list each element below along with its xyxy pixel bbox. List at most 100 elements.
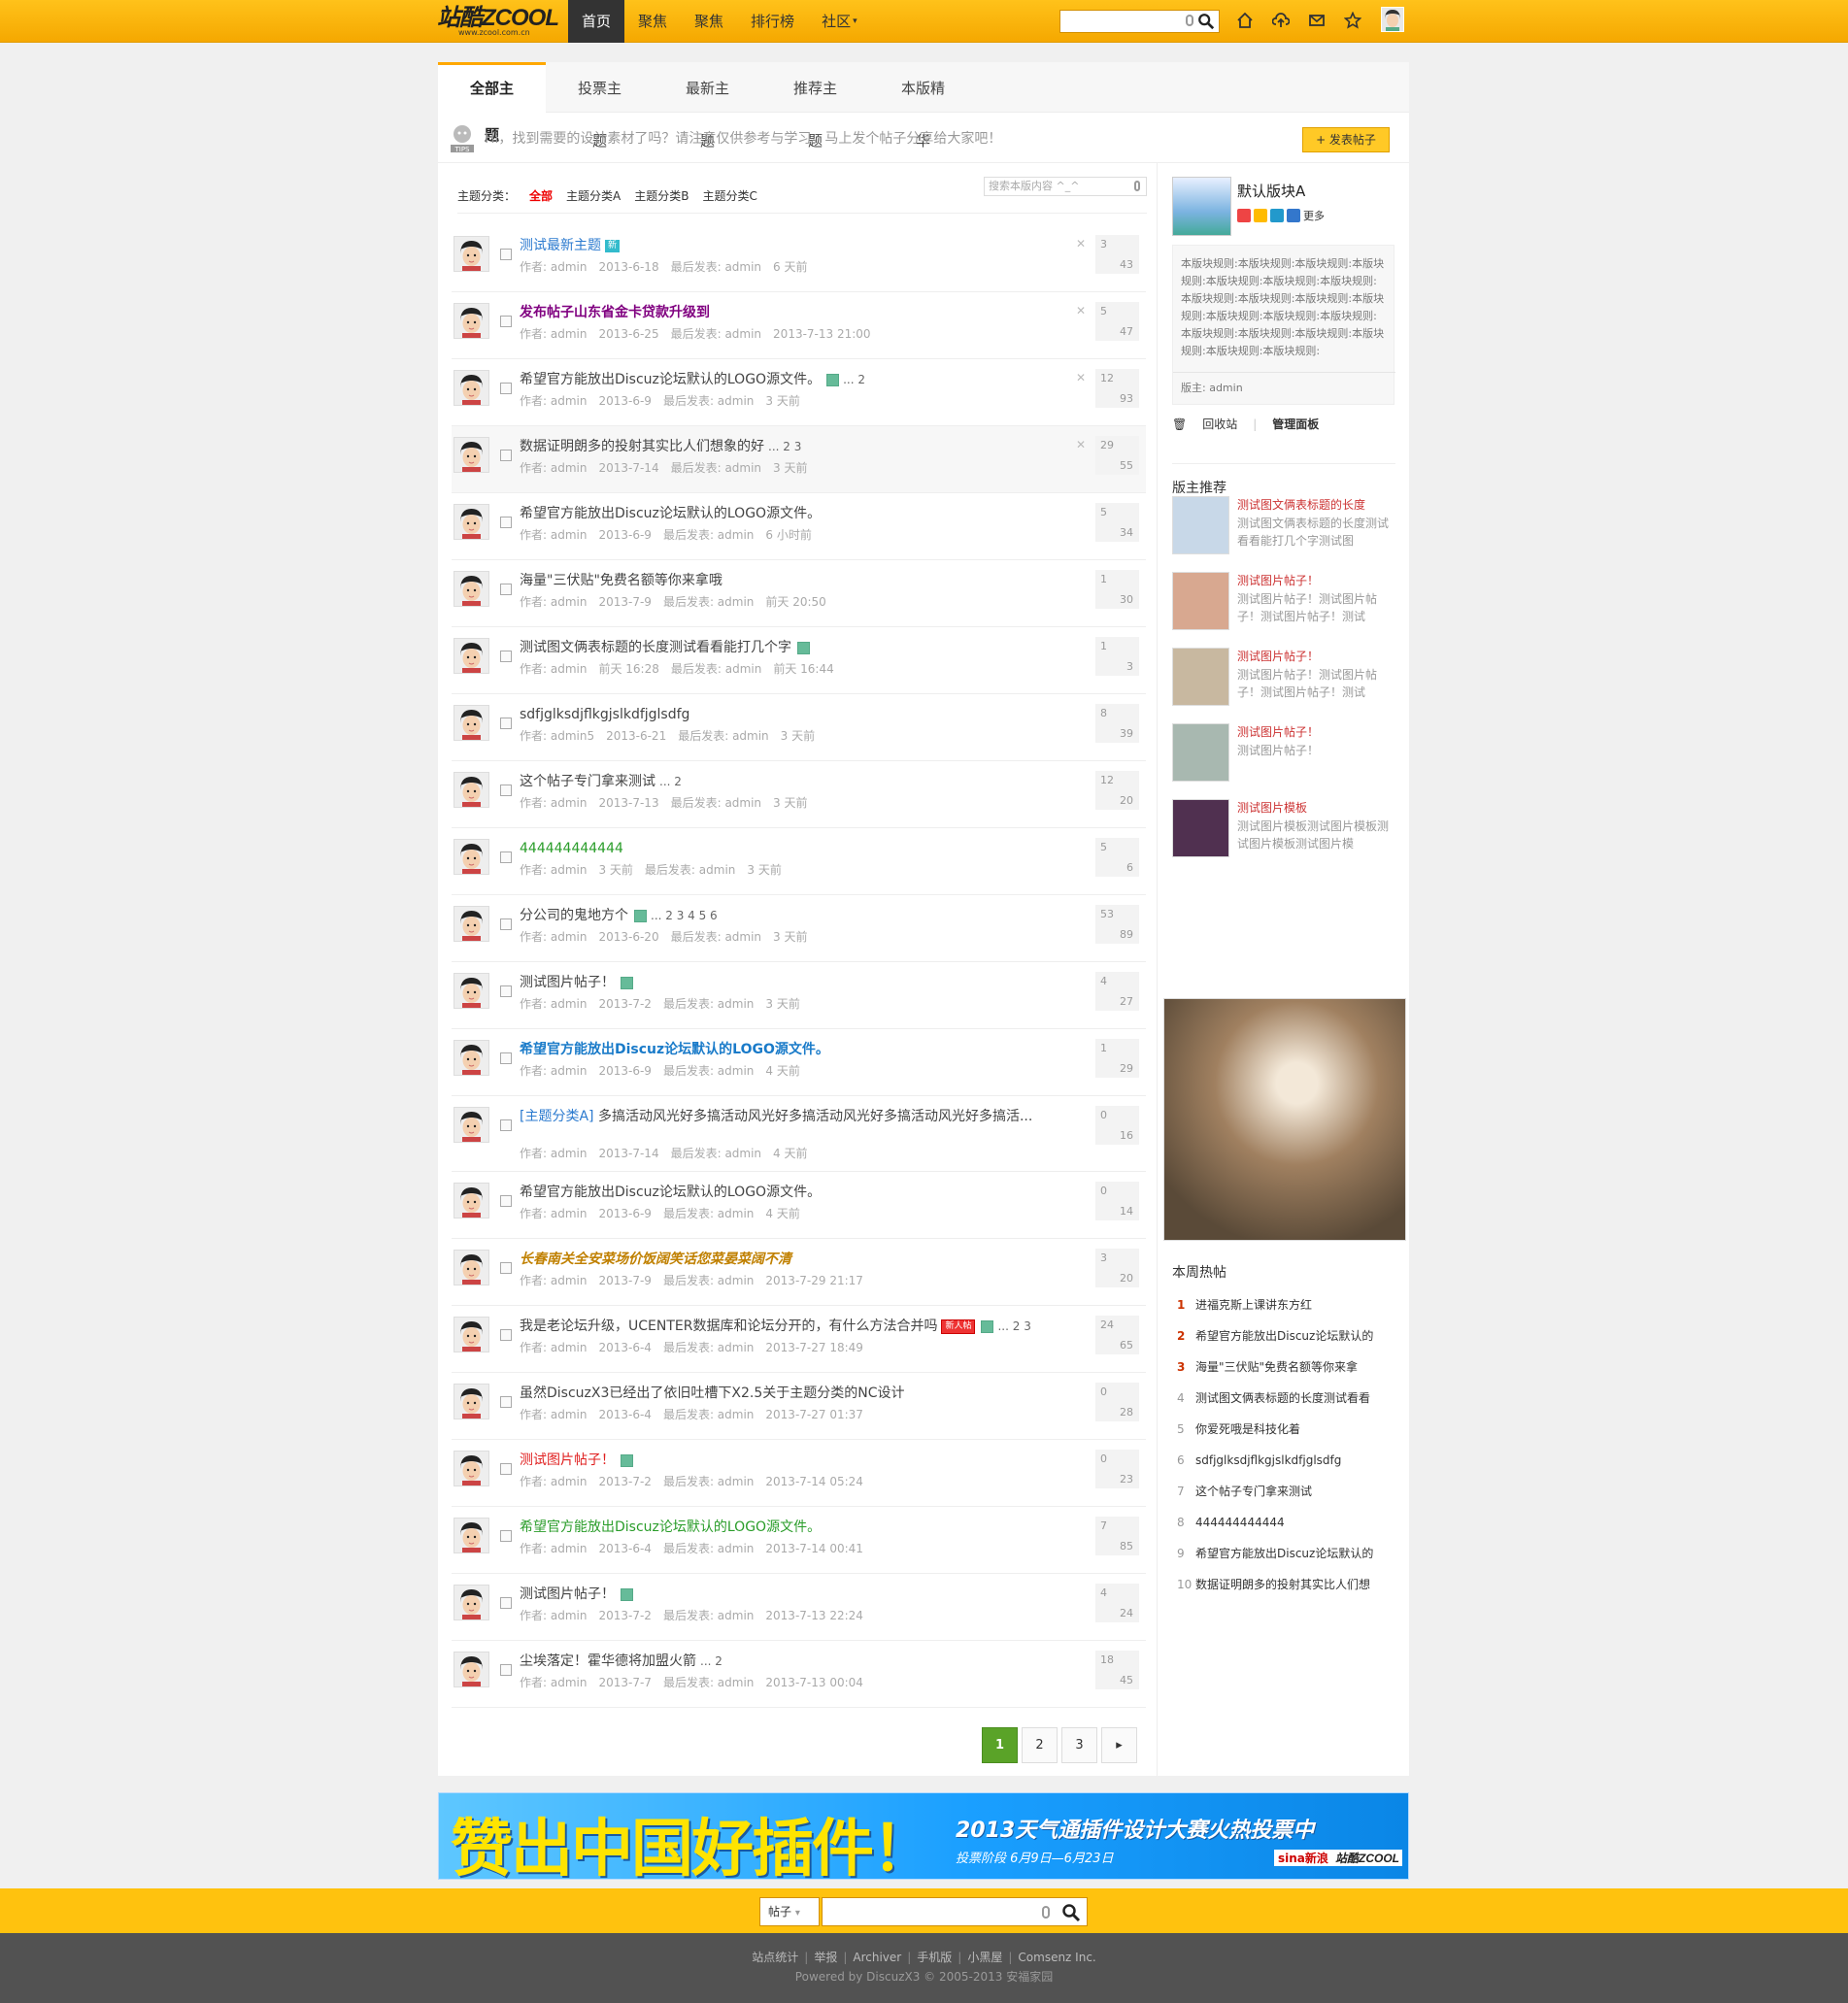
last-post-user[interactable]: admin [732,729,769,743]
hot-title[interactable]: 测试图文俩表标题的长度测试看看 [1195,1391,1370,1405]
author-name[interactable]: admin [551,930,588,944]
thread-title[interactable]: 希望官方能放出Discuz论坛默认的LOGO源文件。 [520,1518,1083,1537]
author-name[interactable]: admin [551,1609,588,1622]
author-name[interactable]: admin [551,1542,588,1555]
thread-checkbox[interactable] [500,383,512,394]
thread-title[interactable]: 希望官方能放出Discuz论坛默认的LOGO源文件。 [520,504,1083,523]
last-post-time[interactable]: 6 天前 [773,260,807,274]
author-avatar[interactable] [454,1040,489,1076]
category-item[interactable]: 全部 [529,175,553,217]
thread-pages[interactable]: ... 2 [700,1652,722,1671]
thread-checkbox[interactable] [500,450,512,461]
author-avatar[interactable] [454,705,489,741]
thread-title[interactable]: 虽然DiscuzX3已经出了依旧吐槽下X2.5关于主题分类的NC设计 [520,1384,1083,1403]
hot-item[interactable]: 2 希望官方能放出Discuz论坛默认的 [1172,1320,1400,1352]
recommend-title[interactable]: 测试图片帖子！ [1237,572,1319,588]
last-post-time[interactable]: 2013-7-13 00:04 [765,1676,863,1689]
microphone-icon[interactable] [1134,181,1140,191]
recommend-thumbnail[interactable] [1172,723,1229,782]
last-post-time[interactable]: 前天 16:44 [773,662,833,676]
author-name[interactable]: admin [551,997,588,1011]
thread-title-text[interactable]: 希望官方能放出Discuz论坛默认的LOGO源文件。 [520,1185,821,1200]
thread-checkbox[interactable] [500,1597,512,1609]
footer-link[interactable]: 站点统计 [752,1951,798,1964]
thread-checkbox[interactable] [500,316,512,327]
hot-title[interactable]: 进福克斯上课讲东方红 [1195,1298,1312,1312]
thread-title[interactable]: sdfjglksdjflkgjslkdfjglsdfg [520,705,1083,724]
thread-checkbox[interactable] [500,718,512,729]
next-page-button[interactable]: ▸ [1101,1727,1137,1763]
last-post-user[interactable]: admin [718,1207,755,1220]
last-post-time[interactable]: 2013-7-14 05:24 [765,1475,863,1488]
last-post-user[interactable]: admin [699,863,736,877]
thread-row[interactable]: 希望官方能放出Discuz论坛默认的LOGO源文件。 作者: admin 2013-… [452,493,1146,560]
user-avatar[interactable] [1381,7,1404,32]
last-post-user[interactable]: admin [718,1274,755,1287]
thread-checkbox[interactable] [500,1530,512,1542]
hot-title[interactable]: 希望官方能放出Discuz论坛默认的 [1195,1547,1373,1560]
last-post-user[interactable]: admin [718,528,755,542]
author-avatar[interactable] [454,370,489,406]
thread-title[interactable]: 测试图文俩表标题的长度测试看看能打几个字 [520,638,1083,657]
thread-checkbox[interactable] [500,651,512,662]
author-avatar[interactable] [454,571,489,607]
mail-icon[interactable] [1307,11,1327,30]
thread-row[interactable]: 尘埃落定！霍华德将加盟火箭... 2 作者: admin 2013-7-7 最后发表:… [452,1641,1146,1708]
author-name[interactable]: admin [551,662,588,676]
footer-link[interactable]: Archiver [853,1951,901,1964]
microphone-icon[interactable] [1042,1906,1050,1919]
last-post-time[interactable]: 3 天前 [765,394,799,408]
thread-title[interactable]: 测试图片帖子！ [520,1585,1083,1604]
footer-link[interactable]: Comsenz Inc. [1018,1951,1095,1964]
author-avatar[interactable] [454,303,489,339]
thread-row[interactable]: 444444444444 作者: admin 3 天前 最后发表: admin 3 天前… [452,828,1146,895]
last-post-time[interactable]: 2013-7-13 22:24 [765,1609,863,1622]
author-name[interactable]: admin [551,1676,588,1689]
author-name[interactable]: admin [551,461,588,475]
last-post-time[interactable]: 4 天前 [765,1207,799,1220]
last-post-time[interactable]: 4 天前 [765,1064,799,1078]
thread-title[interactable]: 分公司的鬼地方个 ... 2 3 4 5 6 [520,906,1083,925]
author-avatar[interactable] [454,1652,489,1687]
thread-checkbox[interactable] [500,1664,512,1676]
thread-title-text[interactable]: 测试图文俩表标题的长度测试看看能打几个字 [520,640,791,655]
recommend-item[interactable]: 测试图片帖子！ 测试图片帖子！测试图片帖子！测试图片帖子！测试 [1172,572,1395,635]
last-post-user[interactable]: admin [718,394,755,408]
recommend-item[interactable]: 测试图片帖子！ 测试图片帖子！ [1172,723,1395,786]
star-icon[interactable] [1343,11,1362,30]
author-name[interactable]: admin [551,1274,588,1287]
thread-title-text[interactable]: 虽然DiscuzX3已经出了依旧吐槽下X2.5关于主题分类的NC设计 [520,1385,904,1401]
thread-checkbox[interactable] [500,1052,512,1064]
author-avatar[interactable] [454,906,489,942]
thread-checkbox[interactable] [500,1119,512,1131]
last-post-user[interactable]: admin [718,1408,755,1421]
last-post-time[interactable]: 6 小时前 [765,528,811,542]
hot-item[interactable]: 10 数据证明朗多的投射其实比人们想 [1172,1569,1400,1600]
thread-pages[interactable]: ... 2 [843,370,865,389]
last-post-time[interactable]: 3 天前 [773,930,807,944]
weibo-icon[interactable] [1237,209,1251,222]
tab-0[interactable]: 全部主题 [438,62,546,144]
recommend-thumbnail[interactable] [1172,496,1229,554]
thread-pages[interactable]: ... 2 3 4 5 6 [651,906,718,925]
author-avatar[interactable] [454,437,489,473]
recommend-title[interactable]: 测试图片模板 [1237,799,1307,816]
recycle-bin-link[interactable]: 回收站 [1202,417,1237,431]
thread-row[interactable]: 虽然DiscuzX3已经出了依旧吐槽下X2.5关于主题分类的NC设计 作者: ad… [452,1373,1146,1440]
thread-title[interactable]: 我是老论坛升级，UCENTER数据库和论坛分开的，有什么方法合并吗 新人帖 ... … [520,1317,1083,1336]
recommend-item[interactable]: 测试图片模板 测试图片模板测试图片模板测试图片模板测试图片模 [1172,799,1395,862]
site-logo[interactable]: 站酷ZCOOL www.zcool.com.cn [437,7,559,38]
thread-title[interactable]: 数据证明朗多的投射其实比人们想象的好 ... 2 3 [520,437,1083,456]
thread-pages[interactable]: ... 2 3 [768,437,801,456]
recommend-title[interactable]: 测试图片帖子！ [1237,648,1319,664]
manage-panel-link[interactable]: 管理面板 [1272,417,1319,431]
hot-title[interactable]: 希望官方能放出Discuz论坛默认的 [1195,1329,1373,1343]
thread-title[interactable]: 尘埃落定！霍华德将加盟火箭... 2 [520,1652,1083,1671]
thread-title-text[interactable]: 我是老论坛升级，UCENTER数据库和论坛分开的，有什么方法合并吗 [520,1319,937,1334]
footer-link[interactable]: 小黑屋 [967,1951,1002,1964]
thread-row[interactable]: 分公司的鬼地方个 ... 2 3 4 5 6 作者: admin 2013-6-20 最… [452,895,1146,962]
last-post-user[interactable]: admin [718,1676,755,1689]
author-name[interactable]: admin [551,1064,588,1078]
last-post-time[interactable]: 2013-7-29 21:17 [765,1274,863,1287]
thread-row[interactable]: 数据证明朗多的投射其实比人们想象的好 ... 2 3 作者: admin 2013-7… [452,426,1146,493]
